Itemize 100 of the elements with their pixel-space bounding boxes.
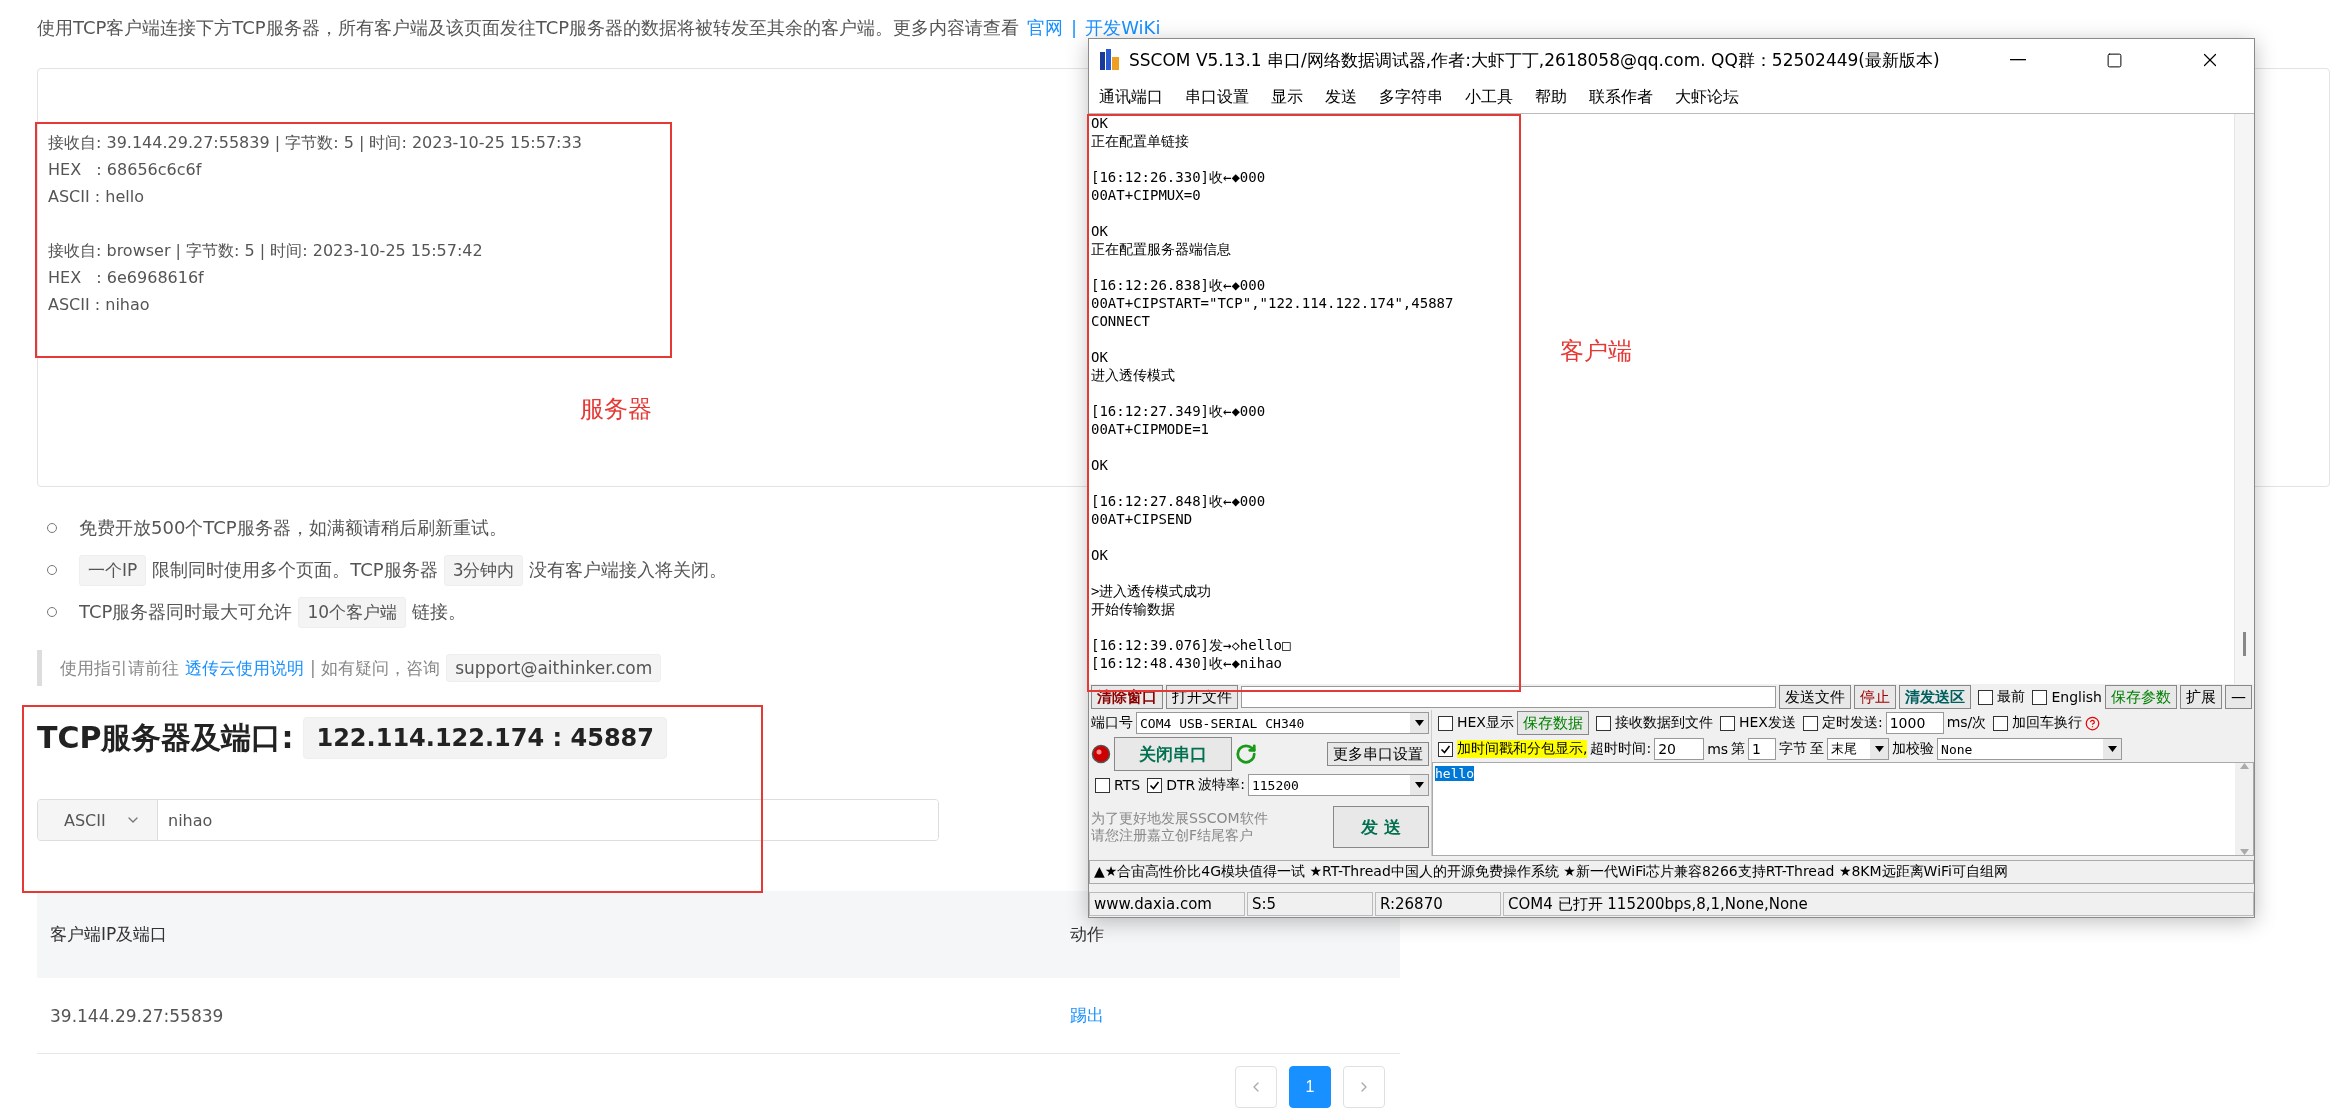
checkbox-label: HEX显示 xyxy=(1457,714,1514,732)
log-line: OK xyxy=(1091,456,1108,474)
checkbox-label: English xyxy=(2051,689,2102,705)
menu-item[interactable]: 显示 xyxy=(1271,86,1303,108)
checkbox-label: HEX发送 xyxy=(1738,714,1796,732)
dropdown[interactable]: COM4 USB-SERIAL CH340 xyxy=(1136,712,1429,734)
minimize-icon xyxy=(2010,59,2026,61)
log-line: ASCII : hello xyxy=(48,186,144,208)
server-heading: TCP服务器及端口: xyxy=(37,718,294,757)
checkbox[interactable] xyxy=(1595,715,1611,731)
checkbox[interactable] xyxy=(1719,715,1735,731)
unit-label: ms xyxy=(1707,741,1729,757)
ticker-text: ▲★合宙高性价比4G模块值得一试 ★RT-Thread中国人的开源免费操作系统 ★新一代WiFi芯片兼容8266支持RT-Thread ★8KM远距离WiFi可自组网 xyxy=(1089,860,2254,884)
column-header: 动作 xyxy=(1069,923,1105,946)
send-button[interactable]: 发 送 xyxy=(1333,806,1429,848)
note-text: 没有客户端接入将关闭。 xyxy=(529,558,728,582)
log-line: ASCII : nihao xyxy=(48,294,150,316)
menu-item[interactable]: 小工具 xyxy=(1465,86,1513,108)
checkbox-label: 最前 xyxy=(1997,688,2026,706)
checkbox[interactable] xyxy=(1438,715,1453,731)
column-header: 客户端IP及端口 xyxy=(49,923,169,946)
menu-item[interactable]: 通讯端口 xyxy=(1099,86,1163,108)
menu-item[interactable]: 联系作者 xyxy=(1589,86,1653,108)
checkbox-label: 接收数据到文件 xyxy=(1614,714,1713,732)
from-field[interactable]: 1 xyxy=(1748,738,1777,760)
note-text: 免费开放500个TCP服务器，如满额请稍后刷新重试。 xyxy=(79,516,507,540)
save-params-button[interactable]: 保存参数 xyxy=(2105,685,2177,709)
app-icon xyxy=(1099,48,1121,72)
checkbox-label: 加回车换行 xyxy=(2012,714,2083,732)
more-settings-button[interactable]: 更多串口设置 xyxy=(1327,742,1429,766)
log-line: [16:12:48.430]收←◆nihao xyxy=(1091,654,1282,672)
log-line: 正在配置服务器端信息 xyxy=(1091,240,1231,258)
checkbox[interactable] xyxy=(1438,741,1453,757)
log-line: >进入透传模式成功 xyxy=(1091,582,1212,600)
log-line: HEX : 68656c6c6f xyxy=(48,159,202,181)
log-line: [16:12:27.848]收←◆000 xyxy=(1091,492,1266,510)
menu-item[interactable]: 发送 xyxy=(1325,86,1357,108)
menu-item[interactable]: 多字符串 xyxy=(1379,86,1443,108)
status-cell: R:26870 xyxy=(1375,892,1501,916)
note-text: TCP服务器同时最大可允许 xyxy=(79,600,293,624)
checkbox[interactable] xyxy=(1802,715,1818,731)
note-text: 限制同时使用多个页面。TCP服务器 xyxy=(152,558,438,582)
clear-send-button[interactable]: 清发送区 xyxy=(1899,685,1972,709)
timeout-field[interactable]: 20 xyxy=(1654,738,1705,760)
server-address: 122.114.122.174 : 45887 xyxy=(303,717,667,759)
caret-icon xyxy=(1410,775,1428,795)
to-label: 至 xyxy=(1810,740,1825,758)
file-path-field[interactable] xyxy=(1241,686,1777,708)
status-cell: COM4 已打开 115200bps,8,1,None,None xyxy=(1503,892,2254,916)
log-line: 正在配置单链接 xyxy=(1091,132,1189,150)
status-cell: S:5 xyxy=(1247,892,1373,916)
menu-item[interactable]: 帮助 xyxy=(1535,86,1567,108)
close-port-button[interactable]: 关闭串口 xyxy=(1114,737,1232,771)
scrollbar[interactable] xyxy=(2234,114,2254,684)
selected-text: hello xyxy=(1435,766,1475,781)
log-line: 接收自: browser | 字节数: 5 | 时间: 2023-10-25 15:57:42 xyxy=(48,240,483,262)
stop-button[interactable]: 停止 xyxy=(1854,685,1897,709)
log-line: 00AT+CIPMUX=0 xyxy=(1091,186,1201,204)
log-line: OK xyxy=(1091,222,1108,240)
checkbox[interactable] xyxy=(1993,715,2009,731)
checksum-label: 加校验 xyxy=(1892,740,1935,758)
bytes-label: 字节 xyxy=(1779,740,1808,758)
log-line: CONNECT xyxy=(1091,312,1150,330)
log-line: [16:12:39.076]发→◇hello□ xyxy=(1091,636,1291,654)
log-line: [16:12:26.330]收←◆000 xyxy=(1091,168,1266,186)
refresh-icon[interactable] xyxy=(1235,743,1257,765)
send-text-area[interactable]: hello xyxy=(1432,762,2254,856)
log-line: 开始传输数据 xyxy=(1091,600,1175,618)
checkbox-label: RTS xyxy=(1114,777,1141,793)
log-line: HEX : 6e6968616f xyxy=(48,267,204,289)
format-select[interactable]: ASCII xyxy=(38,800,158,840)
menu-item[interactable]: 大虾论坛 xyxy=(1675,86,1739,108)
log-line: [16:12:27.349]收←◆000 xyxy=(1091,402,1266,420)
checkbox[interactable] xyxy=(1147,777,1163,793)
expand-button[interactable]: 扩展 xyxy=(2180,685,2222,709)
collapse-button[interactable]: — xyxy=(2225,685,2252,709)
checkbox[interactable] xyxy=(1978,689,1994,705)
from-label: 第 xyxy=(1731,740,1746,758)
dropdown[interactable]: 末尾 xyxy=(1827,738,1890,760)
menu-item[interactable]: 串口设置 xyxy=(1185,86,1249,108)
checkbox[interactable] xyxy=(2032,689,2048,705)
checkbox[interactable] xyxy=(1095,777,1110,793)
log-line: 00AT+CIPMODE=1 xyxy=(1091,420,1209,438)
send-file-button[interactable]: 发送文件 xyxy=(1779,685,1852,709)
status-led-icon xyxy=(1091,744,1111,764)
dropdown[interactable]: 115200 xyxy=(1247,774,1429,796)
timeout-label: 超时时间: xyxy=(1590,740,1652,758)
unit-label: ms/次 xyxy=(1946,714,1987,732)
promo-text: 为了更好地发展SSCOM软件 请您注册嘉立创F结尾客户 xyxy=(1091,810,1269,844)
port-label: 端口号 xyxy=(1091,714,1133,732)
help-icon[interactable] xyxy=(2085,715,2101,731)
save-data-button[interactable]: 保存数据 xyxy=(1516,711,1589,735)
status-cell: www.daxia.com xyxy=(1089,892,1245,916)
note-text: 链接。 xyxy=(412,600,466,624)
baud-label: 波特率: xyxy=(1198,776,1245,794)
note-text: | 如有疑问，咨询 xyxy=(310,656,441,680)
send-field[interactable]: ASCII nihao xyxy=(37,799,939,841)
dropdown[interactable]: None xyxy=(1937,738,2123,760)
code-tag: 一个IP xyxy=(79,554,147,586)
interval-field[interactable]: 1000 xyxy=(1885,712,1944,734)
